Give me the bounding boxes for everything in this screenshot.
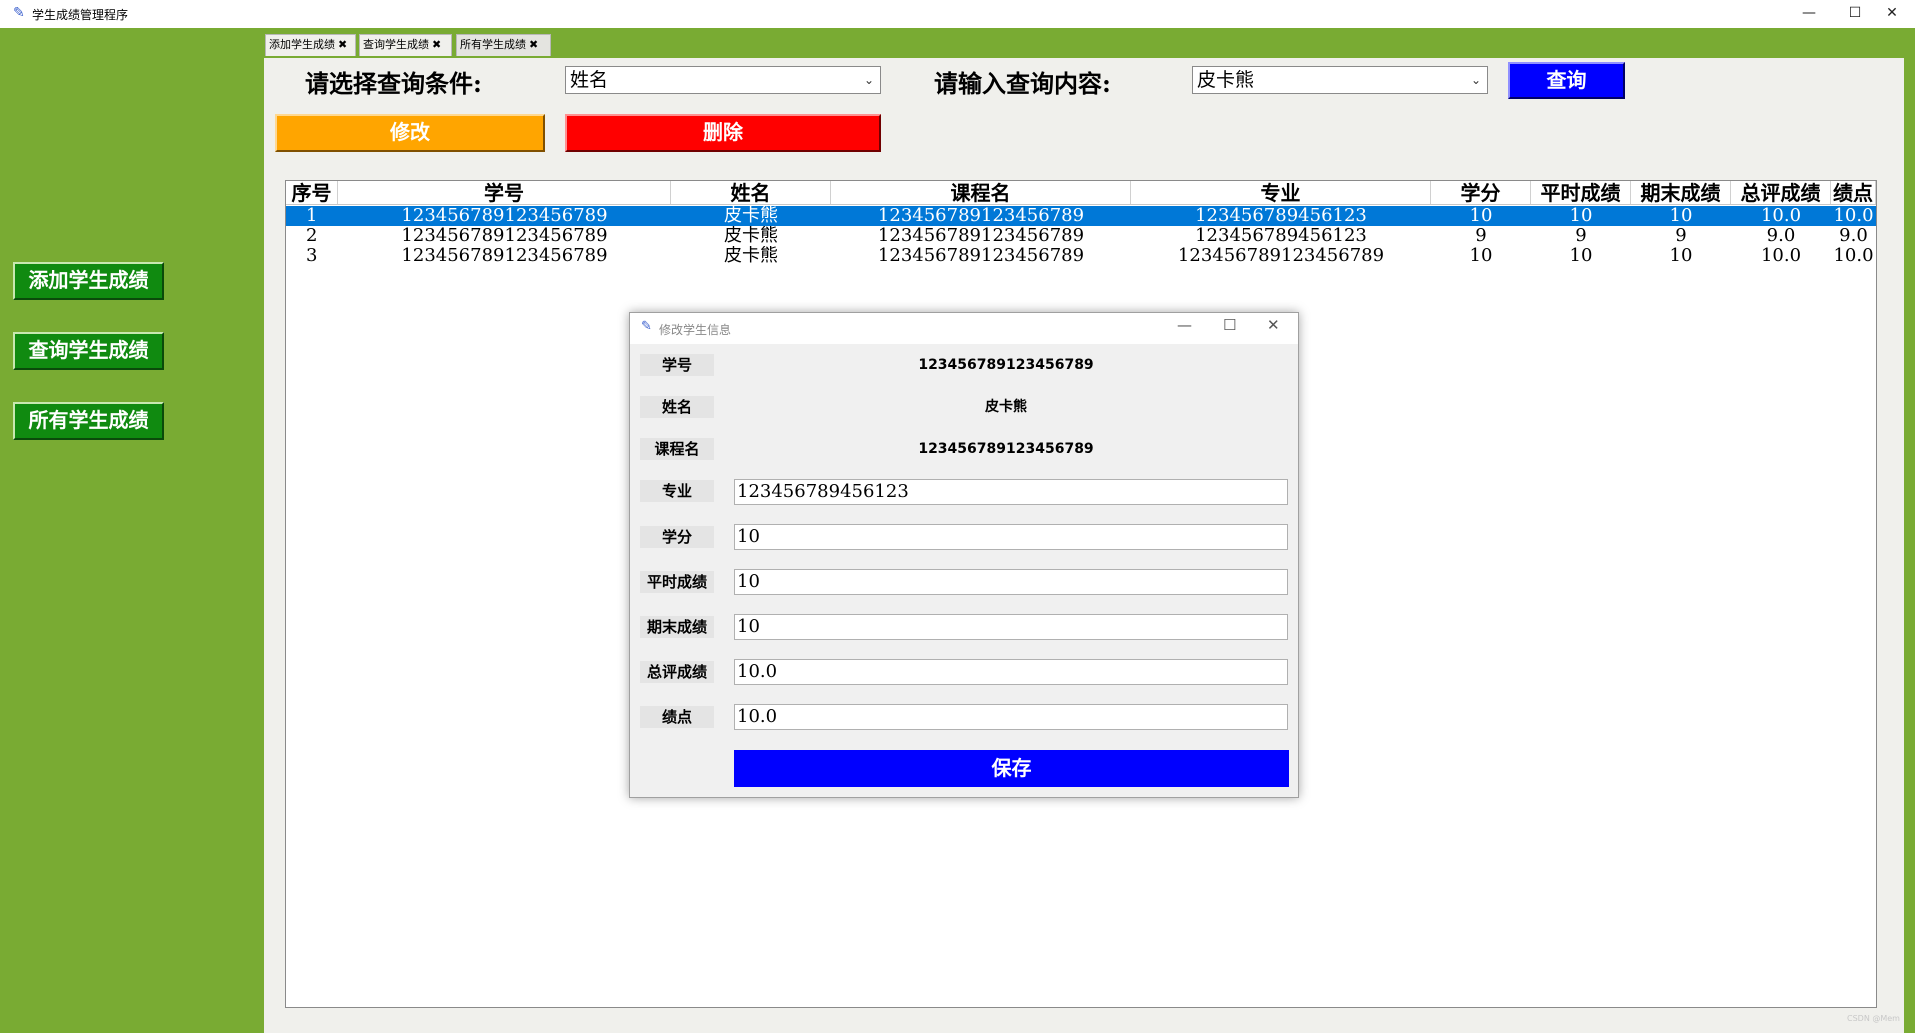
table-cell: 皮卡熊	[724, 206, 778, 226]
table-cell: 10	[1569, 206, 1593, 226]
tab-label: 查询学生成绩	[363, 38, 429, 51]
course-label: 课程名	[640, 438, 714, 460]
close-button[interactable]: ✕	[1869, 0, 1915, 28]
table-cell: 1	[306, 206, 318, 226]
condition-select[interactable]: 姓名 ⌄	[565, 66, 881, 94]
dialog-maximize-button[interactable]: ☐	[1223, 316, 1236, 334]
table-cell: 3	[306, 246, 318, 266]
course-value: 123456789123456789	[918, 441, 1094, 457]
edit-student-dialog: ✎ 修改学生信息 — ☐ ✕ 学号 123456789123456789 姓名 …	[629, 312, 1299, 798]
total-score-label: 总评成绩	[640, 661, 714, 683]
table-cell: 10	[1469, 246, 1493, 266]
column-header-total-score[interactable]: 总评成绩	[1731, 181, 1831, 204]
table-cell: 10.0	[1833, 246, 1874, 266]
column-header-name[interactable]: 姓名	[671, 181, 831, 204]
table-cell: 9.0	[1766, 226, 1796, 246]
dialog-close-button[interactable]: ✕	[1267, 316, 1280, 334]
table-cell: 10.0	[1833, 206, 1874, 226]
sidebar-all-grades-button[interactable]: 所有学生成绩	[13, 402, 164, 440]
table-row[interactable]: 3 123456789123456789 皮卡熊 123456789123456…	[286, 246, 1876, 266]
table-cell: 10.0	[1760, 246, 1802, 266]
dialog-minimize-button[interactable]: —	[1177, 316, 1192, 334]
edit-button[interactable]: 修改	[275, 114, 545, 152]
column-header-student-id[interactable]: 学号	[338, 181, 671, 204]
gpa-input[interactable]: 10.0	[734, 704, 1288, 730]
sidebar-query-grades-button[interactable]: 查询学生成绩	[13, 332, 164, 370]
table-cell: 123456789456123	[1195, 206, 1367, 226]
total-score-input[interactable]: 10.0	[734, 659, 1288, 685]
name-label: 姓名	[640, 396, 714, 418]
table-cell: 2	[306, 226, 318, 246]
table-row[interactable]: 1 123456789123456789 皮卡熊 123456789123456…	[286, 206, 1876, 226]
dialog-titlebar[interactable]: ✎ 修改学生信息 — ☐ ✕	[630, 313, 1298, 344]
credit-input[interactable]: 10	[734, 524, 1288, 550]
table-cell: 皮卡熊	[724, 246, 778, 266]
feather-icon: ✎	[13, 5, 25, 21]
watermark: CSDN @Mem	[1847, 1014, 1900, 1023]
query-content-input[interactable]: 皮卡熊 ⌄	[1192, 66, 1488, 94]
table-cell: 9	[1475, 226, 1487, 246]
table-cell: 10	[1469, 206, 1493, 226]
tab-add-grades[interactable]: 添加学生成绩 ✖	[265, 34, 356, 56]
save-button[interactable]: 保存	[734, 750, 1289, 787]
dialog-title: 修改学生信息	[659, 323, 732, 337]
student-id-label: 学号	[640, 354, 714, 376]
major-input[interactable]: 123456789456123	[734, 479, 1288, 505]
delete-button[interactable]: 删除	[565, 114, 881, 152]
gpa-label: 绩点	[640, 706, 714, 728]
column-header-gpa[interactable]: 绩点	[1831, 181, 1876, 204]
table-cell: 123456789123456789	[877, 226, 1085, 246]
major-label: 专业	[640, 480, 714, 502]
column-header-usual-score[interactable]: 平时成绩	[1531, 181, 1631, 204]
column-header-index[interactable]: 序号	[286, 181, 338, 204]
table-cell: 123456789123456789	[401, 226, 608, 246]
final-score-label: 期末成绩	[640, 616, 714, 638]
table-cell: 9.0	[1839, 226, 1868, 246]
name-value: 皮卡熊	[985, 399, 1027, 415]
column-header-major[interactable]: 专业	[1131, 181, 1431, 204]
table-cell: 10.0	[1760, 206, 1802, 226]
table-cell: 123456789123456789	[401, 206, 608, 226]
table-cell: 10	[1669, 206, 1693, 226]
column-header-final-score[interactable]: 期末成绩	[1631, 181, 1731, 204]
table-cell: 123456789123456789	[1177, 246, 1385, 266]
table-cell: 9	[1675, 226, 1687, 246]
student-id-value: 123456789123456789	[918, 357, 1094, 373]
final-score-input[interactable]: 10	[734, 614, 1288, 640]
window-title: 学生成绩管理程序	[32, 8, 129, 22]
table-cell: 皮卡熊	[724, 226, 778, 246]
table-cell: 123456789123456789	[877, 206, 1085, 226]
tab-close-icon[interactable]: ✖	[432, 38, 441, 51]
table-cell: 10	[1569, 246, 1593, 266]
window-titlebar: ✎ 学生成绩管理程序 — ☐ ✕	[0, 0, 1915, 28]
table-row[interactable]: 2 123456789123456789 皮卡熊 123456789123456…	[286, 226, 1876, 246]
tab-all-grades[interactable]: 所有学生成绩 ✖	[456, 34, 551, 56]
tab-label: 添加学生成绩	[269, 38, 335, 51]
credit-label: 学分	[640, 526, 714, 548]
condition-label: 请选择查询条件:	[305, 69, 482, 98]
search-button[interactable]: 查询	[1508, 62, 1625, 99]
column-header-course[interactable]: 课程名	[831, 181, 1131, 204]
table-cell: 123456789456123	[1195, 226, 1367, 246]
chevron-down-icon: ⌄	[863, 73, 874, 87]
table-header-row: 序号 学号 姓名 课程名 专业 学分 平时成绩 期末成绩 总评成绩 绩点	[286, 181, 1876, 205]
column-header-credit[interactable]: 学分	[1431, 181, 1531, 204]
table-cell: 123456789123456789	[401, 246, 608, 266]
query-content-label: 请输入查询内容:	[934, 69, 1111, 98]
sidebar-add-grades-button[interactable]: 添加学生成绩	[13, 262, 164, 300]
table-cell: 123456789123456789	[877, 246, 1085, 266]
tab-close-icon[interactable]: ✖	[529, 38, 538, 51]
tab-query-grades[interactable]: 查询学生成绩 ✖	[359, 34, 452, 56]
tab-label: 所有学生成绩	[460, 38, 526, 51]
usual-score-label: 平时成绩	[640, 571, 714, 593]
condition-select-value: 姓名	[570, 69, 609, 91]
tab-close-icon[interactable]: ✖	[338, 38, 347, 51]
minimize-button[interactable]: —	[1786, 0, 1832, 28]
usual-score-input[interactable]: 10	[734, 569, 1288, 595]
table-cell: 10	[1669, 246, 1693, 266]
query-content-value: 皮卡熊	[1197, 69, 1255, 91]
chevron-down-icon: ⌄	[1470, 73, 1481, 87]
table-cell: 9	[1575, 226, 1587, 246]
feather-icon: ✎	[641, 319, 652, 334]
